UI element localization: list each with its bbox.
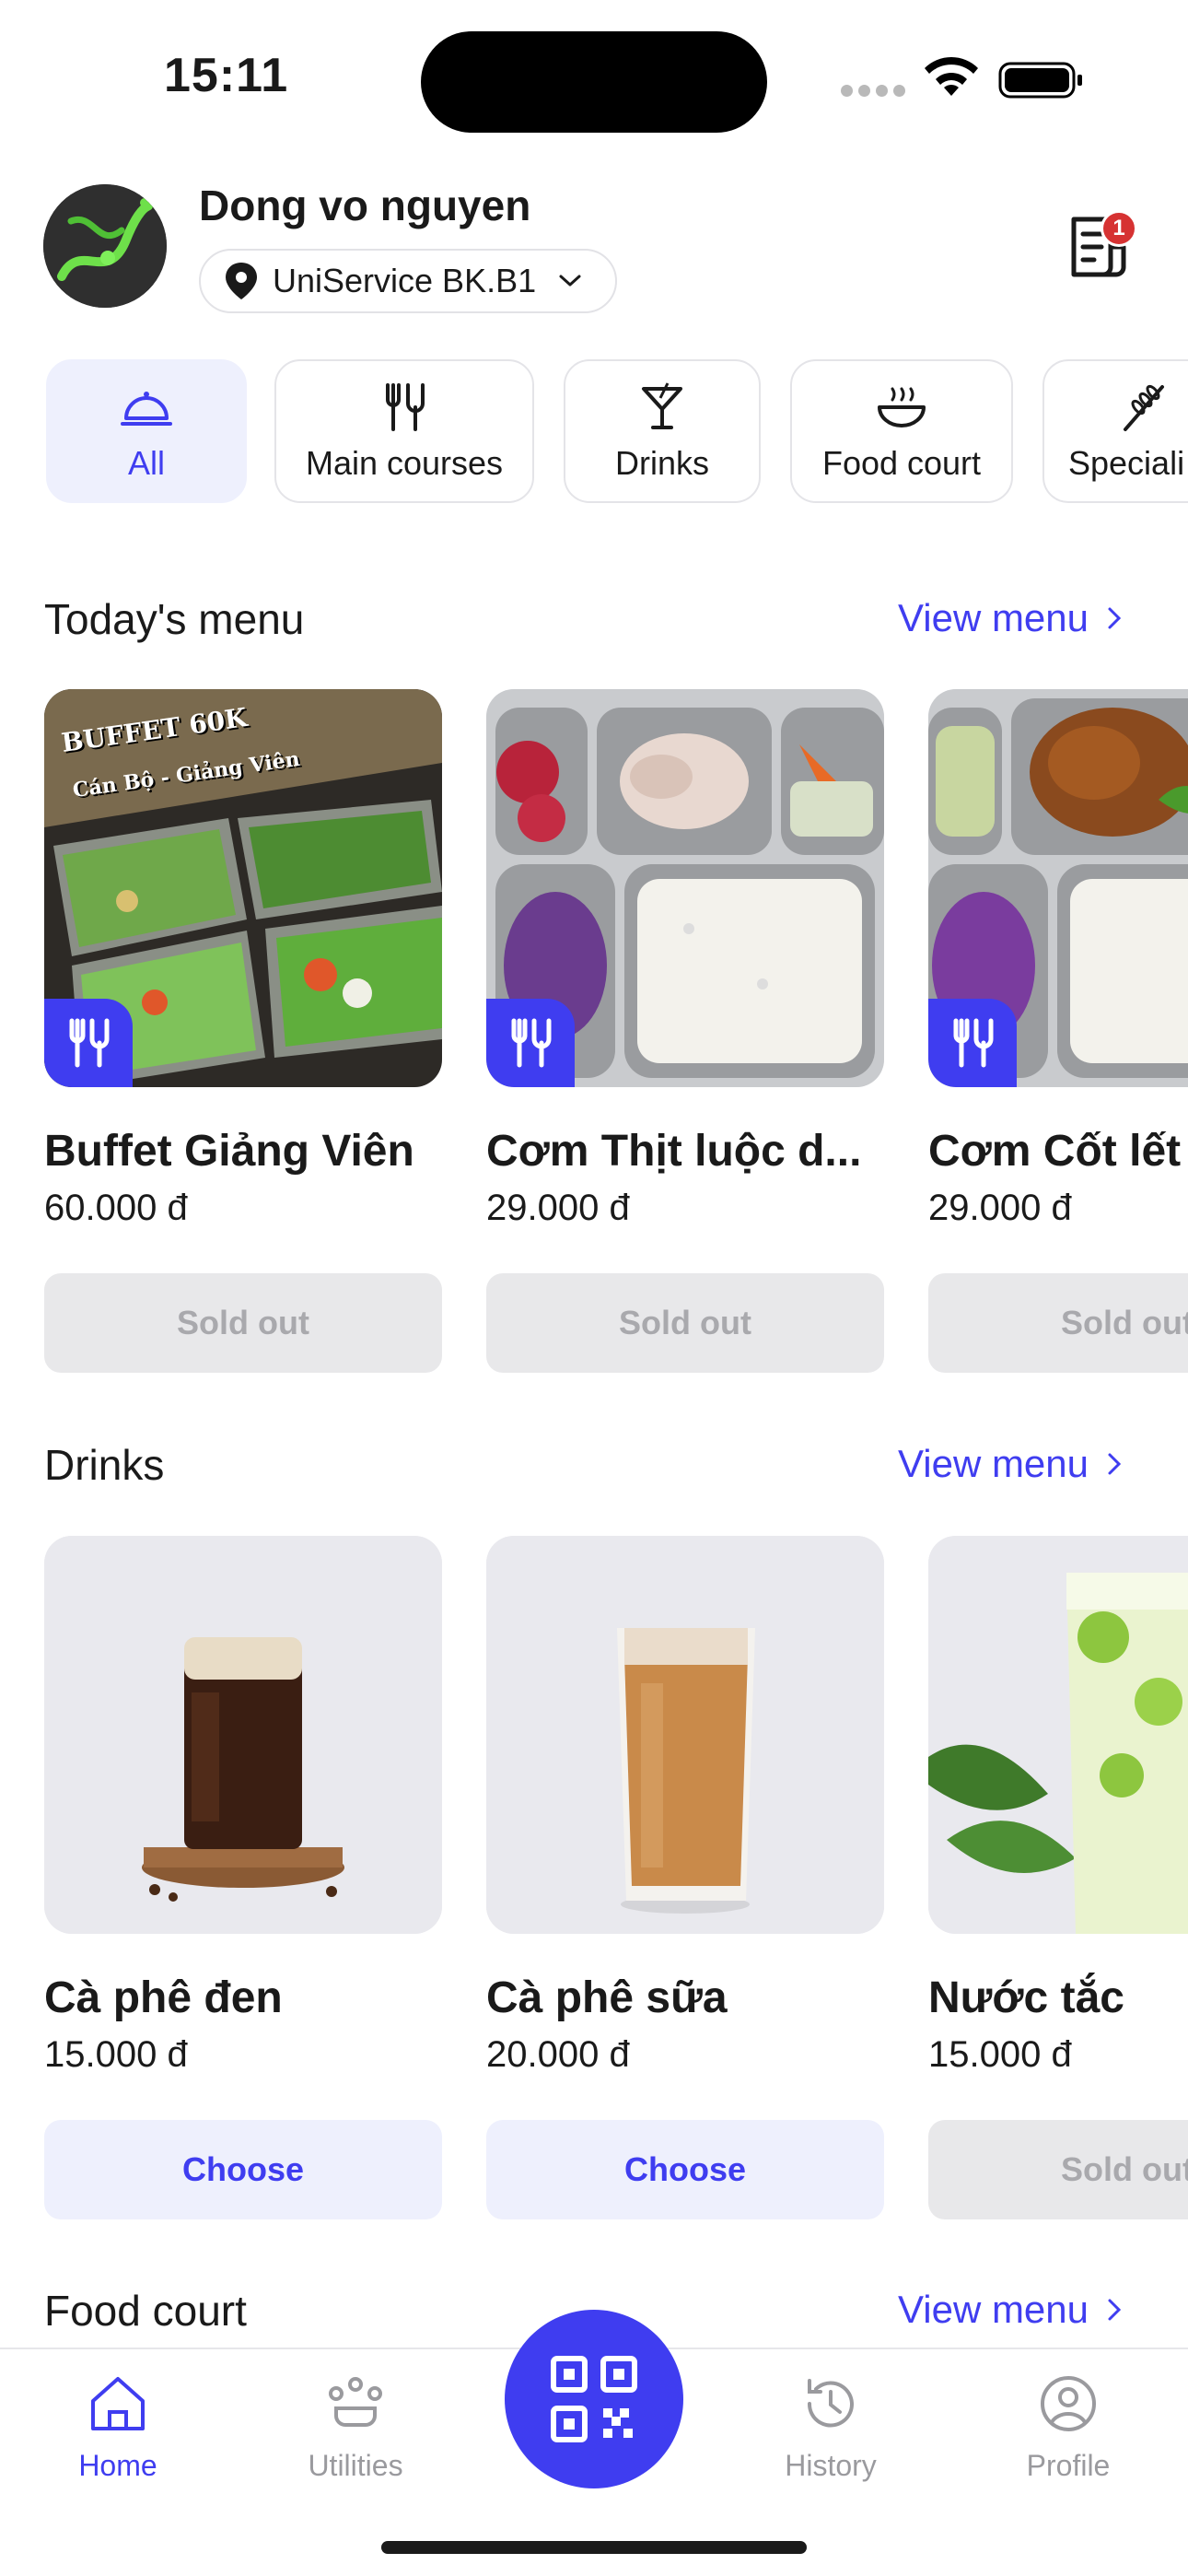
wifi-icon: [925, 56, 978, 96]
category-chip-food-court[interactable]: Food court: [790, 359, 1013, 503]
view-menu-label: View menu: [898, 1442, 1089, 1485]
dynamic-island: [421, 31, 767, 133]
category-label: Drinks: [614, 444, 709, 482]
cellular-signal-icon: [841, 85, 905, 98]
item-name: Cơm Thịt luộc d...: [486, 1127, 862, 1176]
location-label: UniService BK.B1: [273, 262, 537, 299]
wheat-icon: [1124, 384, 1164, 431]
map-pin-icon: [226, 263, 257, 299]
food-image: [928, 689, 1188, 1087]
view-menu-label: View menu: [898, 596, 1089, 639]
cloche-icon: [121, 392, 172, 426]
category-label: Food court: [821, 444, 982, 482]
item-price: 29.000 đ: [928, 1188, 1072, 1228]
nav-label: Utilities: [308, 2449, 403, 2482]
user-name: Dong vo nguyen: [199, 181, 531, 229]
drink-card[interactable]: Cà phê đen 15.000 đ Choose: [44, 1536, 442, 2219]
chevron-right-icon: [1108, 1453, 1122, 1475]
nav-home[interactable]: Home: [44, 2371, 192, 2483]
avatar[interactable]: [43, 184, 167, 308]
bowl-icon: [878, 387, 926, 427]
view-menu-label: View menu: [898, 2288, 1089, 2331]
category-chip-main-courses[interactable]: Main courses: [274, 359, 534, 503]
drink-image: [928, 1536, 1188, 1934]
choose-button[interactable]: Choose: [486, 2120, 884, 2219]
drink-image: [486, 1536, 884, 1934]
food-image: BUFFET 60K Cán Bộ - Giảng Viên: [44, 689, 442, 1087]
home-indicator: [381, 2541, 807, 2554]
chevron-right-icon: [1108, 2299, 1122, 2321]
menu-card[interactable]: Cơm Thịt luộc d... 29.000 đ Sold out: [486, 689, 884, 1373]
item-name: Nước tắc: [928, 1973, 1124, 2022]
qr-code-icon: [551, 2356, 637, 2442]
item-price: 29.000 đ: [486, 1188, 630, 1228]
chevron-down-icon: [559, 275, 581, 287]
nav-label: Home: [78, 2449, 157, 2482]
category-filter-row: All Main courses Drinks Food court Speci…: [0, 359, 1188, 507]
section-title-todays-menu: Today's menu: [44, 595, 305, 643]
fork-knife-icon: [953, 1018, 994, 1068]
drink-image: [44, 1536, 442, 1934]
item-price: 20.000 đ: [486, 2034, 630, 2075]
view-menu-link-drinks[interactable]: View menu: [898, 1442, 1124, 1486]
choose-button[interactable]: Choose: [44, 2120, 442, 2219]
item-name: Cơm Cốt lết: [928, 1127, 1182, 1176]
item-name: Cà phê đen: [44, 1973, 283, 2022]
sold-out-button: Sold out: [44, 1273, 442, 1373]
category-chip-all[interactable]: All: [46, 359, 247, 503]
main-course-tag: [486, 999, 575, 1087]
drink-card[interactable]: Cà phê sữa 20.000 đ Choose: [486, 1536, 884, 2219]
item-name: Cà phê sữa: [486, 1973, 728, 2022]
main-course-tag: [928, 999, 1017, 1087]
status-bar: 15:11: [0, 0, 1188, 157]
category-label: Speciali: [1068, 444, 1185, 482]
sold-out-button: Sold out: [928, 2120, 1188, 2219]
item-price: 15.000 đ: [928, 2034, 1072, 2075]
category-chip-specialities[interactable]: Speciali: [1042, 359, 1188, 503]
fork-knife-icon: [511, 1018, 552, 1068]
location-selector[interactable]: UniService BK.B1: [199, 249, 617, 313]
item-price: 15.000 đ: [44, 2034, 188, 2075]
status-time: 15:11: [164, 49, 289, 102]
drink-card[interactable]: Nước tắc 15.000 đ Sold out: [928, 1536, 1188, 2219]
food-image: [486, 689, 884, 1087]
notification-badge: 1: [1101, 210, 1137, 247]
history-icon: [807, 2379, 854, 2428]
section-title-food-court: Food court: [44, 2287, 247, 2335]
category-label: All: [127, 444, 165, 482]
fork-knife-icon: [386, 383, 425, 431]
qr-scan-button[interactable]: [505, 2310, 683, 2488]
view-menu-link-food-court[interactable]: View menu: [898, 2288, 1124, 2332]
menu-card[interactable]: BUFFET 60K Cán Bộ - Giảng Viên Buffet Gi…: [44, 689, 442, 1373]
nav-history[interactable]: History: [757, 2371, 904, 2483]
cocktail-icon: [642, 382, 682, 429]
category-chip-drinks[interactable]: Drinks: [564, 359, 761, 503]
battery-icon: [998, 62, 1082, 99]
item-price: 60.000 đ: [44, 1188, 188, 1228]
fork-knife-icon: [69, 1018, 110, 1068]
sold-out-button: Sold out: [928, 1273, 1188, 1373]
view-menu-link-todays-menu[interactable]: View menu: [898, 596, 1124, 640]
menu-card[interactable]: Cơm Cốt lết 29.000 đ Sold out: [928, 689, 1188, 1373]
section-title-drinks: Drinks: [44, 1441, 165, 1489]
utilities-icon: [329, 2377, 382, 2427]
nav-label: Profile: [1026, 2449, 1111, 2482]
category-label: Main courses: [305, 444, 504, 482]
item-name: Buffet Giảng Viên: [44, 1127, 414, 1176]
chevron-right-icon: [1108, 607, 1122, 629]
sold-out-button: Sold out: [486, 1273, 884, 1373]
profile-icon: [1041, 2376, 1096, 2431]
nav-profile[interactable]: Profile: [995, 2371, 1142, 2483]
nav-label: History: [785, 2449, 877, 2482]
nav-utilities[interactable]: Utilities: [282, 2371, 429, 2483]
home-icon: [91, 2377, 145, 2430]
main-course-tag: [44, 999, 133, 1087]
